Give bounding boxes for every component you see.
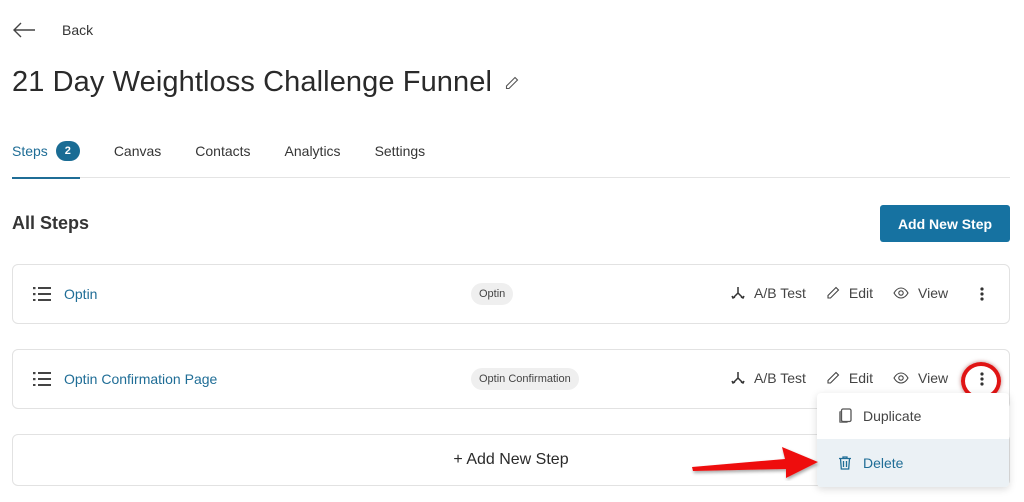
step-context-menu: Duplicate Delete xyxy=(817,393,1009,487)
menu-item-label: Duplicate xyxy=(863,408,922,424)
more-options-button[interactable] xyxy=(971,281,993,307)
step-row: Optin Optin A/B Test Edit View xyxy=(12,264,1010,324)
ab-test-label: A/B Test xyxy=(754,285,806,301)
menu-item-duplicate[interactable]: Duplicate xyxy=(817,393,1009,439)
edit-button[interactable]: Edit xyxy=(826,285,873,301)
tab-analytics[interactable]: Analytics xyxy=(285,140,341,178)
ab-test-label: A/B Test xyxy=(754,370,806,386)
tab-settings[interactable]: Settings xyxy=(375,140,426,178)
add-new-step-button[interactable]: Add New Step xyxy=(880,205,1010,242)
edit-title-button[interactable] xyxy=(504,75,520,91)
split-icon xyxy=(731,287,745,300)
eye-icon xyxy=(893,372,909,384)
tab-bar: Steps 2 Canvas Contacts Analytics Settin… xyxy=(12,140,1010,179)
back-label: Back xyxy=(62,22,94,38)
back-link[interactable]: Back xyxy=(12,18,93,42)
drag-handle-icon[interactable] xyxy=(33,287,51,301)
step-type-badge: Optin xyxy=(471,283,514,305)
pencil-icon xyxy=(505,76,519,89)
edit-label: Edit xyxy=(848,285,874,301)
step-actions: A/B Test Edit View xyxy=(731,370,968,386)
kebab-icon xyxy=(980,372,984,386)
tab-label: Canvas xyxy=(113,143,162,159)
view-label: View xyxy=(918,370,949,386)
trash-icon xyxy=(839,456,851,470)
split-icon xyxy=(731,372,745,385)
section-title: All Steps xyxy=(12,213,90,233)
tab-steps[interactable]: Steps 2 xyxy=(12,140,80,179)
page-title: 21 Day Weightloss Challenge Funnel xyxy=(12,66,493,98)
view-button[interactable]: View xyxy=(893,370,948,386)
tab-label: Contacts xyxy=(195,143,251,159)
pencil-icon xyxy=(827,371,840,384)
kebab-icon xyxy=(980,287,984,301)
view-button[interactable]: View xyxy=(893,285,948,301)
ab-test-button[interactable]: A/B Test xyxy=(731,285,806,301)
tab-canvas[interactable]: Canvas xyxy=(114,140,161,178)
more-options-button[interactable] xyxy=(971,366,993,392)
step-actions: A/B Test Edit View xyxy=(731,285,968,301)
menu-item-delete[interactable]: Delete xyxy=(817,439,1009,487)
menu-item-label: Delete xyxy=(863,455,904,471)
pencil-icon xyxy=(827,286,840,299)
copy-icon xyxy=(839,408,852,423)
drag-handle-icon[interactable] xyxy=(33,372,51,386)
tab-label: Steps xyxy=(12,143,48,159)
step-name-link[interactable]: Optin xyxy=(64,286,97,302)
view-label: View xyxy=(918,285,949,301)
title-row: 21 Day Weightloss Challenge Funnel xyxy=(12,66,520,99)
edit-label: Edit xyxy=(848,370,874,386)
step-type-badge: Optin Confirmation xyxy=(471,368,579,390)
step-name-link[interactable]: Optin Confirmation Page xyxy=(64,371,217,387)
arrow-left-icon xyxy=(13,22,35,38)
tab-contacts[interactable]: Contacts xyxy=(195,140,250,178)
edit-button[interactable]: Edit xyxy=(826,370,873,386)
steps-count-badge: 2 xyxy=(55,141,80,161)
tab-label: Settings xyxy=(374,143,426,159)
ab-test-button[interactable]: A/B Test xyxy=(731,370,806,386)
tab-label: Analytics xyxy=(284,143,341,159)
eye-icon xyxy=(893,287,909,299)
